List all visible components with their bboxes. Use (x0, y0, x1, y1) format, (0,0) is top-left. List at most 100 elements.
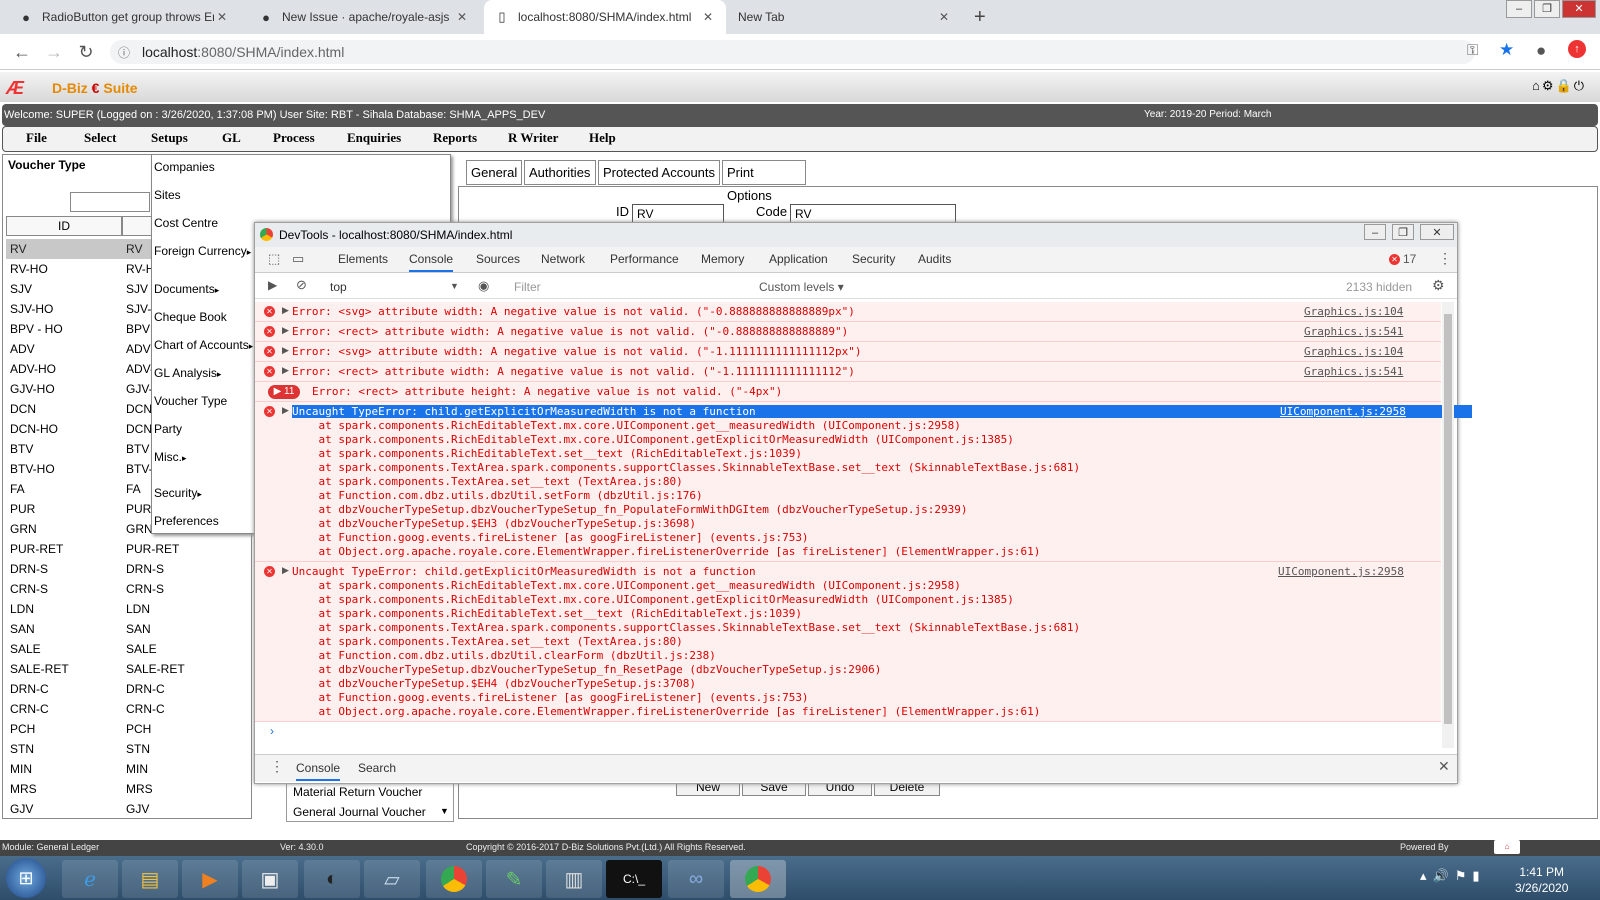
expand-triangle-icon[interactable]: ▶ (282, 365, 289, 376)
devtools-restore-icon[interactable]: ❐ (1392, 224, 1414, 240)
explorer-icon[interactable]: ▤ (122, 860, 178, 898)
close-icon[interactable]: ✕ (700, 10, 716, 24)
menu-help[interactable]: Help (589, 130, 616, 146)
gear-icon[interactable]: ⚙ (1432, 277, 1445, 294)
key-icon[interactable]: ⚿ (1467, 42, 1478, 59)
address-bar[interactable]: localhost:8080/SHMA/index.html (110, 40, 1475, 64)
stack-frame[interactable]: at spark.components.RichEditableText.mx.… (292, 579, 1472, 592)
log-levels-dropdown[interactable]: Custom levels ▾ (759, 280, 844, 294)
chrome-active-taskbar-icon[interactable] (730, 860, 786, 898)
reload-icon[interactable]: ↻ (74, 40, 98, 64)
setups-menu-item[interactable]: Security▸ (154, 486, 202, 500)
tab-elements[interactable]: Elements (338, 252, 388, 266)
error-count[interactable]: 17 (1403, 252, 1416, 266)
ie-icon[interactable]: ℯ (62, 860, 118, 898)
code-field[interactable]: RV (790, 204, 956, 224)
stack-frame[interactable]: at spark.components.RichEditableText.set… (292, 607, 1472, 620)
link-icon[interactable]: ∞ (668, 860, 724, 898)
setups-menu-item[interactable]: Cheque Book (154, 310, 227, 324)
setups-menu-item[interactable]: Misc.▸ (154, 450, 187, 464)
info-icon[interactable]: ⓘ (118, 44, 130, 61)
stack-frame[interactable]: at dbzVoucherTypeSetup.$EH3 (dbzVoucherT… (292, 517, 1472, 530)
expand-triangle-icon[interactable]: ▶ (282, 565, 289, 576)
expand-triangle-icon[interactable]: ▶ (282, 345, 289, 356)
close-icon[interactable]: ✕ (214, 10, 230, 24)
tab-sources[interactable]: Sources (476, 252, 520, 266)
stack-frame[interactable]: at spark.components.TextArea.set__text (… (292, 635, 1472, 648)
tab-protected-accounts[interactable]: Protected Accounts (598, 160, 720, 185)
list-item[interactable]: LDN LDN (6, 599, 252, 619)
stack-frame[interactable]: at Object.org.apache.royale.core.Element… (292, 545, 1472, 558)
setups-menu-item[interactable]: Sites (154, 188, 181, 202)
eclipse-icon[interactable]: ◐ (304, 860, 360, 898)
list-item[interactable]: SALE-RET SALE-RET (6, 659, 252, 679)
tab-network[interactable]: Network (541, 252, 585, 266)
tab-application[interactable]: Application (769, 252, 828, 266)
browser-tab-3[interactable]: ▯ localhost:8080/SHMA/index.html ✕ (484, 0, 726, 34)
tab-print-options[interactable]: Print Options (722, 160, 806, 203)
close-icon[interactable]: ✕ (936, 10, 952, 24)
setups-menu-item[interactable]: Voucher Type (154, 394, 227, 408)
setups-menu-item[interactable]: Foreign Currency▸ (154, 244, 251, 258)
menu-process[interactable]: Process (273, 130, 315, 146)
browser-tab-2[interactable]: ● New Issue · apache/royale-asjs ✕ (248, 0, 480, 34)
installer-icon[interactable]: ▥ (546, 860, 602, 898)
minimize-icon[interactable]: – (1506, 0, 1532, 18)
tab-general[interactable]: General (466, 160, 522, 185)
menu-file[interactable]: File (26, 130, 47, 146)
setups-menu-item[interactable]: Chart of Accounts▸ (154, 338, 253, 352)
setups-menu-item[interactable]: Preferences (154, 514, 219, 528)
drawer-menu-icon[interactable]: ⋮ (270, 758, 284, 775)
tab-authorities[interactable]: Authorities (524, 160, 596, 185)
source-link[interactable]: Graphics.js:104 (1304, 305, 1403, 318)
list-item[interactable]: SALE SALE (6, 639, 252, 659)
stack-frame[interactable]: at spark.components.TextArea.spark.compo… (292, 461, 1472, 474)
list-item[interactable]: PUR-RET PUR-RET (6, 539, 252, 559)
devtools-close-icon[interactable]: ✕ (1420, 224, 1454, 240)
tab-console[interactable]: Console (409, 252, 454, 272)
column-header-id[interactable]: ID (6, 216, 122, 236)
stack-frame[interactable]: at dbzVoucherTypeSetup.dbzVoucherTypeSet… (292, 503, 1472, 516)
stack-frame[interactable]: at dbzVoucherTypeSetup.dbzVoucherTypeSet… (292, 663, 1472, 676)
source-link[interactable]: Graphics.js:104 (1304, 345, 1403, 358)
drawer-tab-console[interactable]: Console (296, 761, 341, 781)
list-item[interactable]: PCH PCH (6, 719, 252, 739)
back-icon[interactable]: ← (10, 40, 34, 64)
context-selector[interactable]: top (330, 280, 347, 294)
list-item[interactable]: DRN-S DRN-S (6, 559, 252, 579)
chrome-taskbar-icon[interactable] (426, 860, 482, 898)
stack-frame[interactable]: at Function.goog.events.fireListener [as… (292, 531, 1472, 544)
stack-frame[interactable]: at spark.components.RichEditableText.mx.… (292, 419, 1472, 432)
forward-icon[interactable]: → (42, 40, 66, 64)
expand-triangle-icon[interactable]: ▶ (282, 305, 289, 316)
search-input[interactable] (70, 192, 150, 212)
scrollbar-thumb[interactable] (1444, 314, 1452, 724)
restore-icon[interactable]: ❐ (1534, 0, 1560, 18)
tab-security[interactable]: Security (852, 252, 895, 266)
source-link[interactable]: Graphics.js:541 (1304, 325, 1403, 338)
setups-menu-item[interactable]: Cost Centre (154, 216, 218, 230)
drawer-close-icon[interactable]: ✕ (1438, 758, 1450, 775)
close-window-icon[interactable]: ✕ (1562, 0, 1596, 18)
header-tool-icons[interactable]: ⌂⚙🔒⏻ (1532, 78, 1586, 94)
stack-frame[interactable]: at Object.org.apache.royale.core.Element… (292, 705, 1472, 718)
stack-frame[interactable]: at dbzVoucherTypeSetup.$EH4 (dbzVoucherT… (292, 677, 1472, 690)
tab-performance[interactable]: Performance (610, 252, 679, 266)
stack-frame[interactable]: at Function.com.dbz.utils.dbzUtil.clearF… (292, 649, 1472, 662)
bookmark-star-icon[interactable]: ★ (1499, 40, 1514, 60)
stack-frame[interactable]: at spark.components.RichEditableText.mx.… (292, 433, 1472, 446)
stack-frame[interactable]: at spark.components.RichEditableText.set… (292, 447, 1472, 460)
expand-triangle-icon[interactable]: ▶ (282, 325, 289, 336)
setups-menu-item[interactable]: Companies (154, 160, 215, 174)
source-link[interactable]: Graphics.js:541 (1304, 365, 1403, 378)
editor-icon[interactable]: ✎ (486, 860, 542, 898)
stack-frame[interactable]: at spark.components.TextArea.set__text (… (292, 475, 1472, 488)
list-item[interactable]: GJV GJV (6, 799, 252, 819)
devtools-minimize-icon[interactable]: – (1364, 224, 1386, 240)
menu-select[interactable]: Select (84, 130, 116, 146)
tab-audits[interactable]: Audits (918, 252, 951, 266)
close-icon[interactable]: ✕ (454, 10, 470, 24)
menu-setups[interactable]: Setups (151, 130, 188, 146)
more-options-icon[interactable]: ⋮ (1438, 250, 1452, 267)
tab-memory[interactable]: Memory (701, 252, 744, 266)
